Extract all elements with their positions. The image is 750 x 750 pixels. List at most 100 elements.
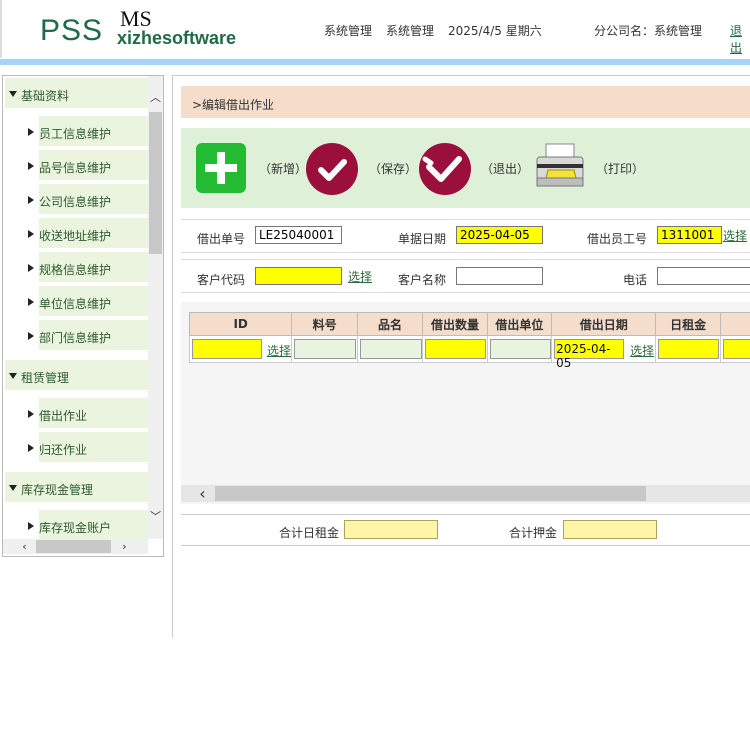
header-system-1: 系统管理: [324, 24, 373, 38]
nav-item-spec[interactable]: 规格信息维护: [25, 252, 148, 282]
chevron-left-icon[interactable]: ‹: [195, 486, 210, 502]
form-row-order: 借出单号 单据日期 借出员工号 选择: [181, 219, 750, 253]
triangle-right-icon: [28, 298, 34, 306]
nav-hscroll-thumb[interactable]: [36, 540, 111, 553]
date-select-link[interactable]: 选择: [630, 342, 654, 359]
save-label: （保存）: [369, 162, 418, 176]
triangle-down-icon: [9, 91, 17, 97]
customer-code-label: 客户代码: [197, 273, 246, 287]
toolbar: （新增） （保存） （退出） （打印）: [181, 128, 750, 208]
print-button[interactable]: [534, 142, 586, 192]
header-divider: [0, 59, 750, 65]
triangle-right-icon: [28, 444, 34, 452]
total-deposit-input[interactable]: [563, 520, 657, 539]
save-button[interactable]: [306, 143, 358, 195]
column-header-id: ID: [188, 312, 293, 336]
nav-item-label: 规格信息维护: [39, 263, 112, 277]
header-branch-label: 分公司名：: [594, 24, 655, 38]
nav-item-part[interactable]: 品号信息维护: [25, 150, 148, 180]
triangle-right-icon: [28, 162, 34, 170]
column-header-part-no: 料号: [291, 312, 358, 336]
total-deposit-label: 合计押金: [509, 526, 558, 540]
doc-date-label: 单据日期: [398, 232, 447, 246]
phone-input[interactable]: [657, 267, 750, 285]
cell-part-no: [291, 335, 358, 363]
overflow-input[interactable]: [722, 339, 750, 359]
id-input[interactable]: [192, 339, 262, 359]
detail-grid-area: ID 料号 品名 借出数量 借出单位 借出日期 日租金 选择 2025-04-0…: [181, 302, 750, 504]
chevron-left-icon[interactable]: ‹: [17, 539, 32, 554]
triangle-down-icon: [9, 485, 17, 491]
nav-group-basic[interactable]: 基础资料: [5, 78, 148, 108]
nav-tree: 基础资料 员工信息维护 品号信息维护 公司信息维护 收送地址维护 规格信息维护 …: [3, 76, 148, 539]
cell-overflow: [719, 335, 750, 363]
part-name-input[interactable]: [359, 339, 422, 359]
total-daily-rent-input[interactable]: [344, 520, 438, 539]
cell-lend-qty: [422, 335, 488, 363]
staff-no-label: 借出员工号: [587, 232, 648, 246]
doc-date-input[interactable]: [456, 226, 543, 244]
nav-horizontal-scrollbar[interactable]: ‹ ›: [3, 539, 148, 554]
customer-select-link[interactable]: 选择: [348, 268, 372, 285]
lend-qty-input[interactable]: [425, 339, 487, 359]
exit-label: （退出）: [481, 162, 530, 176]
nav-item-company[interactable]: 公司信息维护: [25, 184, 148, 214]
printer-icon: [536, 143, 584, 187]
left-nav-panel: 基础资料 员工信息维护 品号信息维护 公司信息维护 收送地址维护 规格信息维护 …: [2, 75, 164, 557]
nav-item-label: 公司信息维护: [39, 195, 112, 209]
total-daily-rent-label: 合计日租金: [279, 526, 340, 540]
order-no-label: 借出单号: [197, 232, 246, 246]
id-select-link[interactable]: 选择: [267, 342, 291, 359]
nav-item-employee[interactable]: 员工信息维护: [25, 116, 148, 146]
table-row: 选择 2025-04-05 选择: [188, 335, 750, 370]
cell-daily-rent: [655, 335, 721, 363]
nav-vertical-scrollbar[interactable]: ︿ ﹀: [148, 76, 163, 539]
nav-item-label: 归还作业: [39, 443, 88, 457]
nav-item-dept[interactable]: 部门信息维护: [25, 320, 148, 350]
nav-group-label: 基础资料: [21, 89, 70, 103]
breadcrumb: >编辑借出作业: [181, 86, 750, 118]
grid-horizontal-scrollbar[interactable]: ‹: [181, 485, 750, 502]
header-system-2: 系统管理: [386, 24, 435, 38]
nav-item-return[interactable]: 归还作业: [25, 432, 148, 462]
nav-item-unit[interactable]: 单位信息维护: [25, 286, 148, 316]
cell-lend-unit: [486, 335, 553, 363]
header-branch-value: 系统管理: [654, 24, 703, 38]
nav-vscroll-thumb[interactable]: [149, 112, 162, 254]
column-header-lend-unit: 借出单位: [486, 312, 553, 336]
nav-group-lease[interactable]: 租赁管理: [5, 360, 148, 390]
cell-part-name: [356, 335, 424, 363]
chevron-down-icon[interactable]: ﹀: [148, 509, 163, 524]
nav-group-label: 库存现金管理: [21, 483, 94, 497]
nav-item-cash-account[interactable]: 库存现金账户: [25, 510, 148, 539]
triangle-right-icon: [28, 264, 34, 272]
chevron-right-icon[interactable]: ›: [117, 539, 132, 554]
add-button[interactable]: [196, 143, 246, 193]
daily-rent-input[interactable]: [658, 339, 720, 359]
staff-select-link[interactable]: 选择: [723, 227, 747, 244]
part-no-input[interactable]: [294, 339, 357, 359]
print-label: （打印）: [596, 162, 645, 176]
nav-item-address[interactable]: 收送地址维护: [25, 218, 148, 248]
nav-item-label: 库存现金账户: [39, 521, 112, 535]
customer-name-input[interactable]: [456, 267, 543, 285]
nav-item-label: 收送地址维护: [39, 229, 112, 243]
customer-code-input[interactable]: [255, 267, 342, 285]
chevron-up-icon[interactable]: ︿: [148, 90, 163, 105]
nav-item-lend[interactable]: 借出作业: [25, 398, 148, 428]
grid-hscroll-thumb[interactable]: [215, 486, 646, 501]
nav-group-stock[interactable]: 库存现金管理: [5, 472, 148, 502]
lend-date-value: 2025-04-05: [556, 342, 611, 370]
staff-no-input[interactable]: [657, 226, 722, 244]
lend-date-input[interactable]: 2025-04-05: [554, 339, 625, 370]
lend-unit-input[interactable]: [489, 339, 551, 359]
phone-label: 电话: [623, 273, 648, 287]
nav-item-label: 部门信息维护: [39, 331, 112, 345]
triangle-right-icon: [28, 410, 34, 418]
triangle-right-icon: [28, 522, 34, 530]
exit-button[interactable]: [419, 143, 471, 195]
triangle-right-icon: [28, 196, 34, 204]
logo-xizhesoftware: xizhesoftware: [117, 28, 237, 48]
logout-link[interactable]: 退出: [730, 22, 750, 56]
order-no-input[interactable]: [255, 226, 342, 244]
